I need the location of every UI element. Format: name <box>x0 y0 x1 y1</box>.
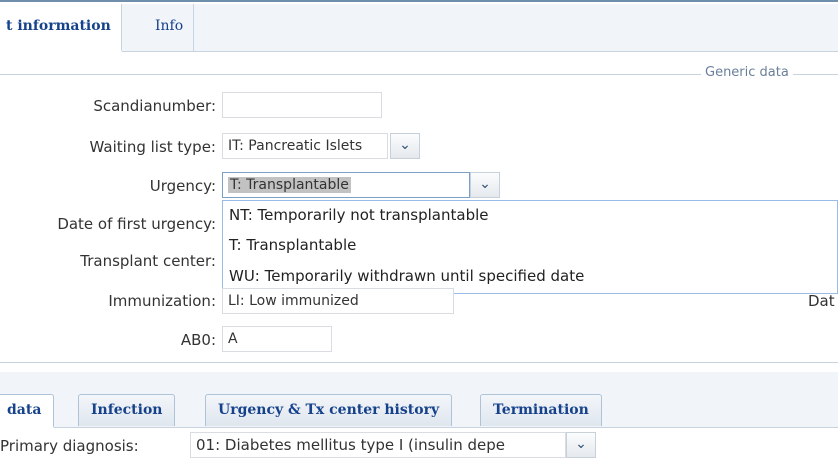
chevron-down-icon[interactable]: ⌄ <box>566 432 596 458</box>
primary-diagnosis-label: Primary diagnosis: <box>0 437 139 455</box>
urgency-selected-text: T: Transplantable <box>228 177 351 193</box>
bottom-tab-strip: data Infection Urgency & Tx center histo… <box>0 372 838 428</box>
date-first-urgency-label: Date of first urgency: <box>57 215 216 233</box>
immunization-field[interactable]: LI: Low immunized <box>222 288 454 314</box>
tab-urgency-tx-center-history[interactable]: Urgency & Tx center history <box>205 394 453 426</box>
ab0-field[interactable]: A <box>222 326 332 352</box>
tab-information[interactable]: t information <box>0 4 122 52</box>
window-top-border <box>0 0 838 2</box>
immunization-label: Immunization: <box>108 292 216 310</box>
urgency-label: Urgency: <box>149 177 216 195</box>
tab-infection[interactable]: Infection <box>78 394 176 426</box>
chevron-down-icon[interactable]: ⌄ <box>470 172 500 198</box>
tab-data[interactable]: data <box>0 394 55 428</box>
top-tab-strip: t information Info <box>0 4 838 52</box>
waiting-list-type-value[interactable]: IT: Pancreatic Islets <box>222 133 388 159</box>
primary-diagnosis-row: Primary diagnosis: 01: Diabetes mellitus… <box>0 430 838 460</box>
urgency-option-nt[interactable]: NT: Temporarily not transplantable <box>229 206 489 224</box>
chevron-down-icon[interactable]: ⌄ <box>390 133 420 159</box>
tab-termination[interactable]: Termination <box>480 394 602 426</box>
fieldset-legend: Generic data <box>701 65 793 80</box>
urgency-option-wu[interactable]: WU: Temporarily withdrawn until specifie… <box>229 267 584 285</box>
waiting-list-type-label: Waiting list type: <box>89 138 216 156</box>
tab-info[interactable]: Info <box>145 4 195 52</box>
urgency-option-t[interactable]: T: Transplantable <box>229 236 356 254</box>
urgency-dropdown-list: NT: Temporarily not transplantable T: Tr… <box>222 200 838 294</box>
ab0-label: AB0: <box>180 331 216 349</box>
date-label-cut: Dat <box>808 292 835 310</box>
section-separator <box>0 362 838 363</box>
primary-diagnosis-value[interactable]: 01: Diabetes mellitus type I (insulin de… <box>190 432 566 458</box>
scandianumber-label: Scandianumber: <box>93 97 216 115</box>
transplant-center-label: Transplant center: <box>80 252 216 270</box>
scandianumber-input[interactable] <box>222 92 382 118</box>
urgency-value-field[interactable]: T: Transplantable <box>222 172 470 198</box>
